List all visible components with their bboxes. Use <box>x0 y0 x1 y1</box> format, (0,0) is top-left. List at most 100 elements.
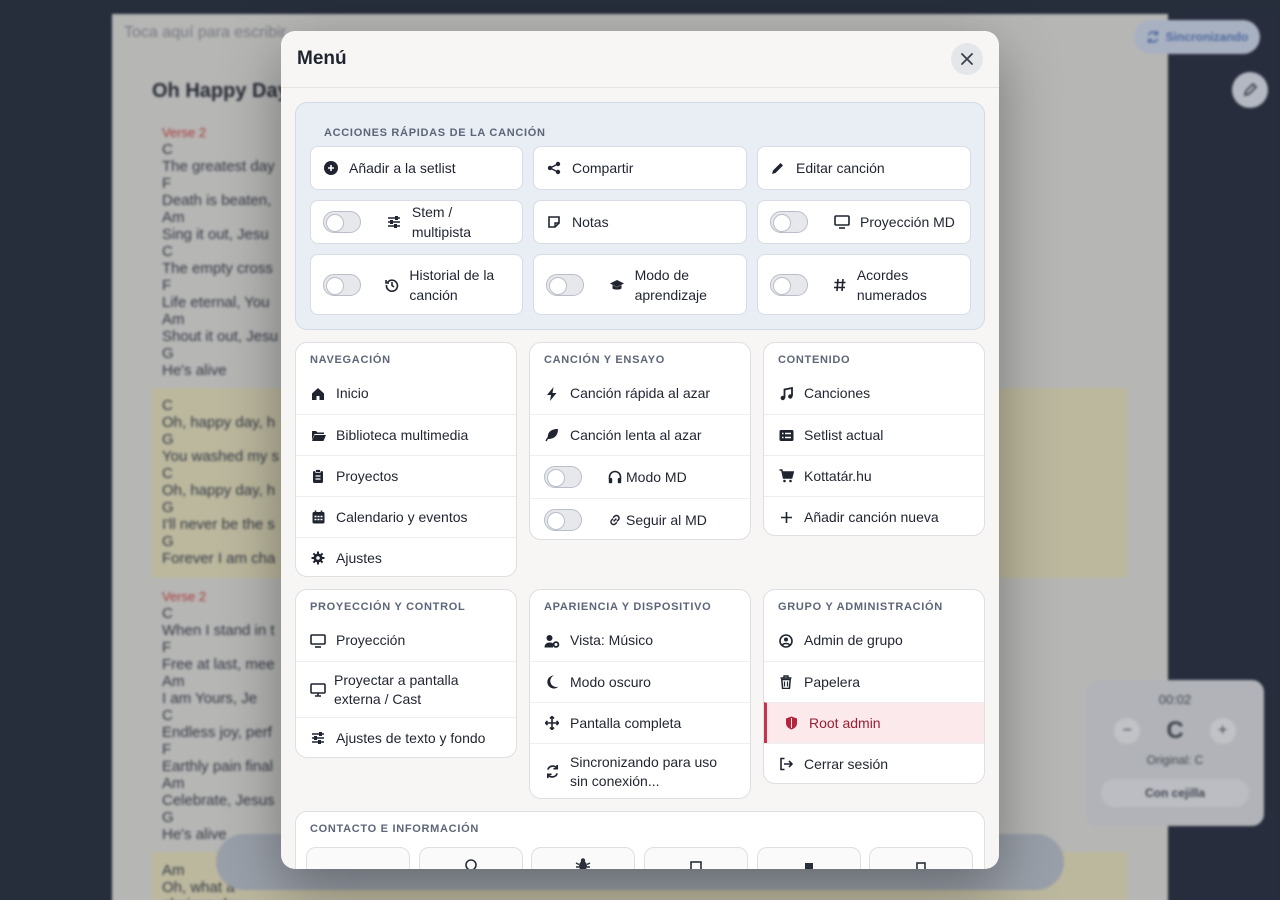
content-item-current-setlist[interactable]: Setlist actual <box>764 414 984 455</box>
gear-icon <box>310 551 326 565</box>
learning-mode-toggle[interactable]: Modo de aprendizaje <box>533 254 747 315</box>
chat-icon <box>465 859 477 869</box>
plus-circle-icon <box>323 161 339 175</box>
section-title: CONTENIDO <box>778 354 851 366</box>
random-slow-song-item[interactable]: Canción lenta al azar <box>530 414 750 455</box>
md-mode-toggle[interactable]: Modo MD <box>530 455 750 498</box>
moon-icon <box>544 675 560 689</box>
content-item-add-new-song[interactable]: Añadir canción nueva <box>764 496 984 535</box>
modal-title: Menú <box>297 48 347 69</box>
section-title: PROYECCIÓN Y CONTROL <box>310 601 466 613</box>
offline-sync-item[interactable]: Sincronizando para uso sin conexión... <box>530 743 750 798</box>
shopping-cart-icon <box>778 469 794 483</box>
share-button[interactable]: Compartir <box>533 146 747 190</box>
trash-item[interactable]: Papelera <box>764 661 984 702</box>
contact-tile[interactable] <box>869 847 973 869</box>
add-to-setlist-button[interactable]: Añadir a la setlist <box>310 146 523 190</box>
section-title: CANCIÓN Y ENSAYO <box>544 354 666 366</box>
contact-tile[interactable] <box>757 847 861 869</box>
shield-icon <box>783 716 799 730</box>
group-admin-item[interactable]: Admin de grupo <box>764 620 984 661</box>
monitor-icon <box>310 633 326 648</box>
projection-card: PROYECCIÓN Y CONTROL Proyección Proyecta… <box>295 589 517 758</box>
mail-icon <box>916 862 926 869</box>
clipboard-icon <box>310 469 326 483</box>
graduation-cap-icon <box>609 278 625 292</box>
section-title: ACCIONES RÁPIDAS DE LA CANCIÓN <box>324 127 546 139</box>
group-admin-card: GRUPO Y ADMINISTRACIÓN Admin de grupo Pa… <box>763 589 985 784</box>
bolt-icon <box>544 386 560 401</box>
content-item-kottatar[interactable]: Kottatár.hu <box>764 455 984 496</box>
projection-md-toggle-switch[interactable] <box>770 211 808 233</box>
document-icon <box>690 861 702 869</box>
close-button[interactable] <box>951 43 983 75</box>
info-icon <box>805 863 813 869</box>
appearance-card: APARIENCIA Y DISPOSITIVO Vista: Músico M… <box>529 589 751 799</box>
nav-item-projects[interactable]: Proyectos <box>296 455 516 496</box>
numbered-chords-toggle-switch[interactable] <box>770 273 808 296</box>
list-card-icon <box>778 429 794 442</box>
md-mode-toggle-switch[interactable] <box>544 466 582 488</box>
leaf-icon <box>544 428 560 442</box>
home-icon <box>310 387 326 401</box>
contact-tile[interactable] <box>306 847 410 869</box>
folder-open-icon <box>310 429 326 442</box>
contact-tile[interactable] <box>644 847 748 869</box>
plus-icon <box>778 511 794 524</box>
learning-toggle-switch[interactable] <box>546 273 584 296</box>
navigation-card: NAVEGACIÓN Inicio Biblioteca multimedia … <box>295 342 517 577</box>
stem-multitrack-toggle[interactable]: Stem / multipista <box>310 200 523 244</box>
logout-item[interactable]: Cerrar sesión <box>764 743 984 783</box>
calendar-icon <box>310 510 326 524</box>
song-history-toggle[interactable]: Historial de la canción <box>310 254 523 315</box>
close-icon <box>961 53 973 65</box>
rehearsal-card: CANCIÓN Y ENSAYO Canción rápida al azar … <box>529 342 751 540</box>
share-icon <box>546 161 562 175</box>
view-musician-item[interactable]: Vista: Músico <box>530 620 750 661</box>
nav-item-media-library[interactable]: Biblioteca multimedia <box>296 414 516 455</box>
numbered-chords-toggle[interactable]: Acordes numerados <box>757 254 971 315</box>
contact-tile[interactable] <box>419 847 523 869</box>
content-item-songs[interactable]: Canciones <box>764 373 984 414</box>
notes-button[interactable]: Notas <box>533 200 747 244</box>
dark-mode-item[interactable]: Modo oscuro <box>530 661 750 702</box>
sliders-icon <box>387 215 402 229</box>
follow-md-toggle-switch[interactable] <box>544 509 582 531</box>
follow-md-toggle[interactable]: Seguir al MD <box>530 498 750 539</box>
music-note-icon <box>778 386 794 401</box>
sliders-icon <box>310 731 326 745</box>
nav-item-calendar[interactable]: Calendario y eventos <box>296 496 516 537</box>
fullscreen-item[interactable]: Pantalla completa <box>530 702 750 743</box>
cast-external-screen-item[interactable]: Proyectar a pantalla externa / Cast <box>296 661 516 717</box>
history-icon <box>385 278 399 292</box>
contact-card: CONTACTO E INFORMACIÓN <box>295 811 985 869</box>
cast-monitor-icon <box>310 682 326 697</box>
modal-header: Menú <box>281 31 999 88</box>
projection-item[interactable]: Proyección <box>296 620 516 661</box>
sync-icon <box>544 764 560 779</box>
random-fast-song-item[interactable]: Canción rápida al azar <box>530 373 750 414</box>
nav-item-settings[interactable]: Ajustes <box>296 537 516 576</box>
root-admin-item[interactable]: Root admin <box>764 702 984 743</box>
section-title: CONTACTO E INFORMACIÓN <box>310 823 479 835</box>
sticky-note-icon <box>546 215 562 229</box>
headphones-icon <box>608 470 622 484</box>
section-title: APARIENCIA Y DISPOSITIVO <box>544 601 712 613</box>
stem-toggle-switch[interactable] <box>323 211 361 233</box>
quick-actions-panel: ACCIONES RÁPIDAS DE LA CANCIÓN Añadir a … <box>295 102 985 330</box>
nav-item-home[interactable]: Inicio <box>296 373 516 414</box>
edit-song-button[interactable]: Editar canción <box>757 146 971 190</box>
history-toggle-switch[interactable] <box>323 273 361 296</box>
contact-tile[interactable] <box>531 847 635 869</box>
hash-icon <box>833 278 847 292</box>
user-gear-icon <box>544 634 560 648</box>
text-background-settings-item[interactable]: Ajustes de texto y fondo <box>296 717 516 757</box>
trash-icon <box>778 675 794 689</box>
content-card: CONTENIDO Canciones Setlist actual Kotta… <box>763 342 985 536</box>
menu-modal: Menú ACCIONES RÁPIDAS DE LA CANCIÓN Añad… <box>281 31 999 869</box>
modal-body: ACCIONES RÁPIDAS DE LA CANCIÓN Añadir a … <box>281 89 999 869</box>
link-icon <box>608 513 622 527</box>
projection-md-toggle[interactable]: Proyección MD <box>757 200 971 244</box>
monitor-icon <box>834 215 850 229</box>
section-title: GRUPO Y ADMINISTRACIÓN <box>778 601 943 613</box>
